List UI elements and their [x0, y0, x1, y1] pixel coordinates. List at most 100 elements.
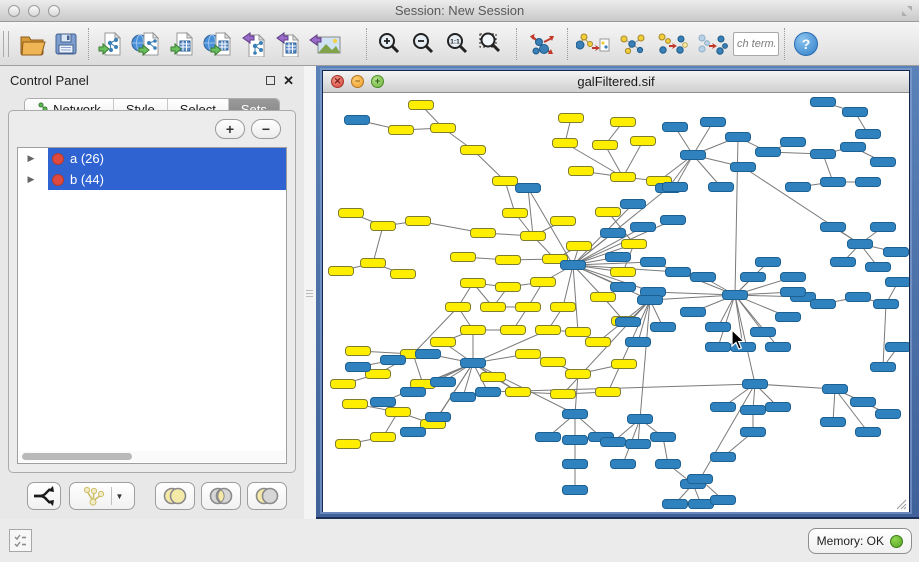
- network-node[interactable]: [563, 436, 588, 445]
- network-node[interactable]: [426, 413, 451, 422]
- network-node[interactable]: [593, 141, 618, 150]
- export-network-button[interactable]: [238, 25, 272, 63]
- network-node[interactable]: [601, 438, 626, 447]
- network-node[interactable]: [776, 313, 801, 322]
- splitter-grip-icon[interactable]: [306, 290, 313, 299]
- network-node[interactable]: [371, 433, 396, 442]
- network-node[interactable]: [681, 308, 706, 317]
- network-node[interactable]: [336, 440, 361, 449]
- network-node[interactable]: [506, 388, 531, 397]
- union-networks-button[interactable]: [613, 25, 653, 63]
- network-node[interactable]: [743, 380, 768, 389]
- network-node[interactable]: [781, 273, 806, 282]
- network-node[interactable]: [611, 268, 636, 277]
- network-node[interactable]: [701, 118, 726, 127]
- network-node[interactable]: [681, 151, 706, 160]
- network-node[interactable]: [481, 303, 506, 312]
- network-node[interactable]: [612, 360, 637, 369]
- horizontal-scrollbar[interactable]: [19, 451, 285, 462]
- network-node[interactable]: [711, 496, 736, 505]
- disclosure-triangle-icon[interactable]: ▶: [18, 153, 44, 164]
- save-session-button[interactable]: [49, 25, 83, 63]
- network-node[interactable]: [431, 124, 456, 133]
- network-node[interactable]: [641, 258, 666, 267]
- network-node[interactable]: [851, 398, 876, 407]
- network-node[interactable]: [751, 328, 776, 337]
- set-row-a[interactable]: ▶ a (26): [18, 148, 286, 169]
- network-node[interactable]: [406, 217, 431, 226]
- network-node[interactable]: [563, 460, 588, 469]
- zoom-selected-button[interactable]: [474, 25, 508, 63]
- float-panel-icon[interactable]: [266, 76, 275, 85]
- network-node[interactable]: [536, 326, 561, 335]
- split-set-button[interactable]: [27, 482, 61, 510]
- network-node[interactable]: [476, 388, 501, 397]
- network-node[interactable]: [461, 326, 486, 335]
- network-node[interactable]: [781, 138, 806, 147]
- network-node[interactable]: [493, 177, 518, 186]
- network-node[interactable]: [596, 388, 621, 397]
- remove-set-button[interactable]: −: [251, 119, 281, 139]
- network-node[interactable]: [811, 150, 836, 159]
- network-node[interactable]: [345, 116, 370, 125]
- network-node[interactable]: [559, 114, 584, 123]
- network-node[interactable]: [706, 323, 731, 332]
- network-node[interactable]: [409, 101, 434, 110]
- network-node[interactable]: [711, 403, 736, 412]
- network-node[interactable]: [821, 418, 846, 427]
- network-node[interactable]: [876, 410, 901, 419]
- network-node[interactable]: [329, 267, 354, 276]
- network-node[interactable]: [766, 403, 791, 412]
- create-set-from-network-button[interactable]: ▼: [69, 482, 135, 510]
- network-node[interactable]: [343, 400, 368, 409]
- network-node[interactable]: [848, 240, 873, 249]
- network-node[interactable]: [516, 184, 541, 193]
- network-node[interactable]: [811, 98, 836, 107]
- help-button[interactable]: ?: [794, 32, 818, 56]
- network-node[interactable]: [566, 370, 591, 379]
- network-node[interactable]: [591, 293, 616, 302]
- network-node[interactable]: [843, 108, 868, 117]
- network-node[interactable]: [706, 343, 731, 352]
- network-node[interactable]: [451, 393, 476, 402]
- network-node[interactable]: [611, 283, 636, 292]
- network-node[interactable]: [821, 178, 846, 187]
- network-node[interactable]: [821, 223, 846, 232]
- search-input[interactable]: [733, 32, 779, 56]
- network-node[interactable]: [451, 253, 476, 262]
- network-node[interactable]: [616, 318, 641, 327]
- network-node[interactable]: [416, 350, 441, 359]
- close-panel-icon[interactable]: ✕: [283, 74, 294, 87]
- network-node[interactable]: [691, 273, 716, 282]
- import-table-web-button[interactable]: [200, 25, 238, 63]
- network-node[interactable]: [731, 163, 756, 172]
- chevron-down-icon[interactable]: ▼: [116, 492, 124, 501]
- network-node[interactable]: [666, 268, 691, 277]
- network-node[interactable]: [611, 118, 636, 127]
- export-image-button[interactable]: [306, 25, 344, 63]
- network-node[interactable]: [711, 453, 736, 462]
- difference-sets-button[interactable]: [247, 482, 287, 510]
- memory-status-button[interactable]: Memory: OK: [808, 528, 912, 554]
- union-sets-button[interactable]: [155, 482, 195, 510]
- network-node[interactable]: [386, 408, 411, 417]
- diff-networks-button[interactable]: [573, 25, 613, 63]
- import-table-file-button[interactable]: [166, 25, 200, 63]
- network-node[interactable]: [786, 183, 811, 192]
- disclosure-triangle-icon[interactable]: ▶: [18, 174, 44, 185]
- export-table-button[interactable]: [272, 25, 306, 63]
- import-network-file-button[interactable]: [94, 25, 128, 63]
- network-node[interactable]: [566, 328, 591, 337]
- network-canvas[interactable]: [323, 93, 909, 512]
- network-node[interactable]: [811, 300, 836, 309]
- network-node[interactable]: [339, 209, 364, 218]
- network-node[interactable]: [709, 183, 734, 192]
- network-node[interactable]: [621, 200, 646, 209]
- network-node[interactable]: [688, 475, 713, 484]
- network-node[interactable]: [551, 303, 576, 312]
- network-node[interactable]: [661, 216, 686, 225]
- network-node[interactable]: [481, 373, 506, 382]
- network-node[interactable]: [871, 158, 896, 167]
- network-node[interactable]: [651, 433, 676, 442]
- network-node[interactable]: [561, 261, 586, 270]
